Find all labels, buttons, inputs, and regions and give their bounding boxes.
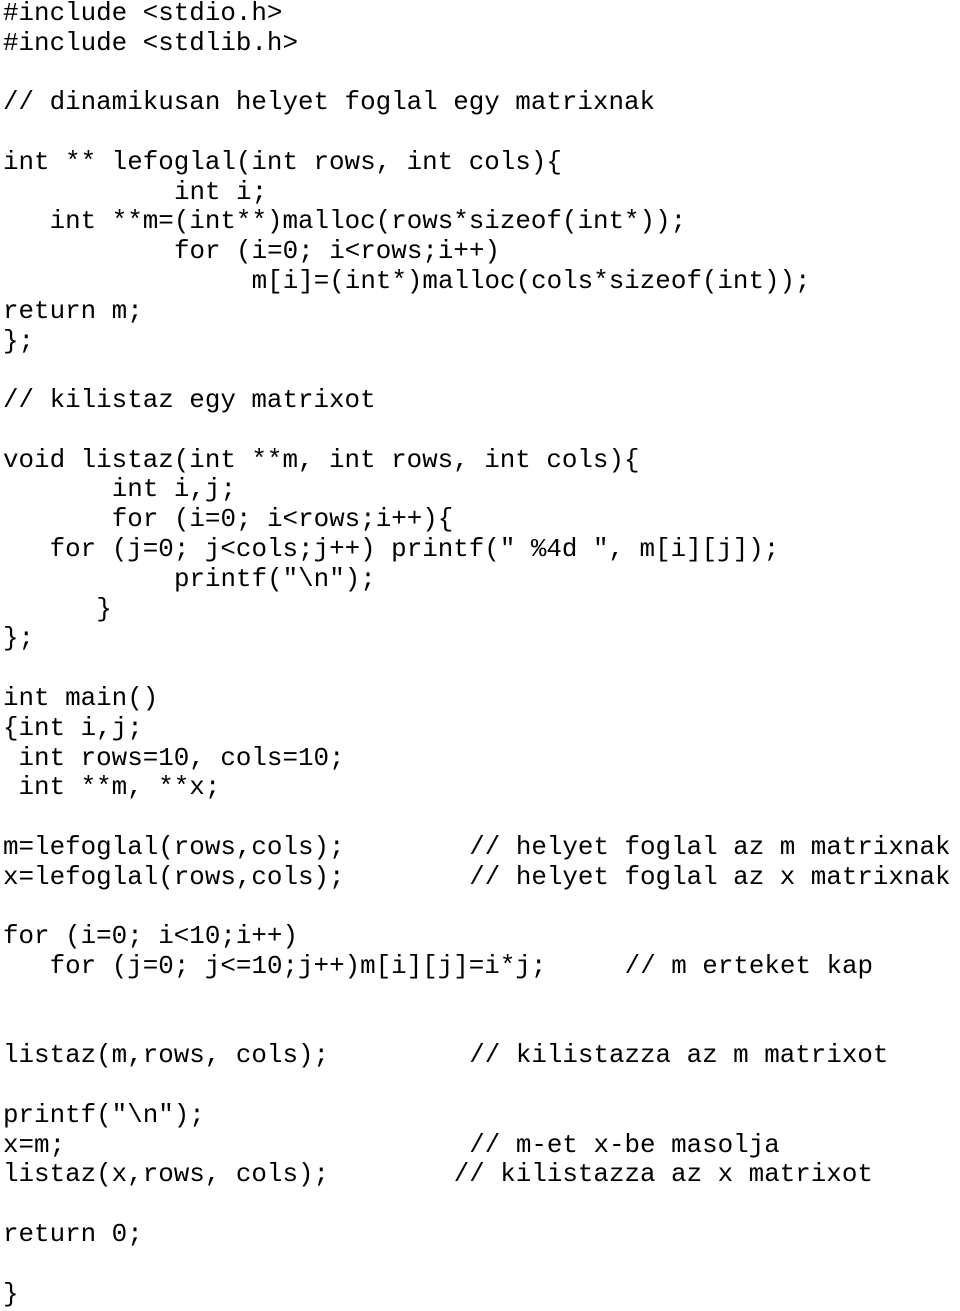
code-text: int rows=10, cols=10; (18, 742, 345, 773)
code-text: int main() (3, 682, 159, 713)
code-text: // kilistaz egy matrixot (3, 385, 376, 416)
code-comment: // kilistazza az x matrixot (453, 1159, 873, 1190)
code-text: }; (3, 325, 35, 356)
code-text: #include <stdlib.h> (3, 27, 298, 58)
code-text: for (i=0; i<rows;i++) (173, 236, 500, 267)
code-comment: // kilistazza az m matrixot (469, 1040, 889, 1071)
code-text: x=m; (3, 1129, 66, 1160)
code-text: // dinamikusan helyet foglal egy matrixn… (3, 87, 656, 118)
code-text: }; (3, 623, 35, 654)
code-text: for (i=0; i<rows;i++){ (111, 504, 454, 535)
code-text: {int i,j; (3, 712, 143, 743)
code-text: } (3, 1278, 19, 1309)
code-text: int i; (173, 176, 268, 207)
code-comment: // m erteket kap (624, 950, 874, 981)
code-text: void listaz(int **m, int rows, int cols)… (3, 444, 640, 475)
code-text: for (j=0; j<cols;j++) printf(" %4d ", m[… (49, 534, 780, 565)
code-comment: // m-et x-be masolja (469, 1129, 780, 1160)
code-text: for (j=0; j<=10;j++)m[i][j]=i*j; (49, 950, 547, 981)
code-comment: // helyet foglal az m matrixnak (469, 831, 951, 862)
code-text: printf("\n"); (3, 1099, 205, 1130)
code-text: listaz(m,rows, cols); (3, 1040, 330, 1071)
code-text: #include <stdio.h> (3, 0, 283, 28)
code-text: int **m, **x; (18, 772, 221, 803)
code-text: int ** lefoglal(int rows, int cols){ (3, 146, 562, 177)
code-text: m[i]=(int*)malloc(cols*sizeof(int)); (251, 266, 811, 297)
code-text: listaz(x,rows, cols); (3, 1159, 330, 1190)
code-text: } (96, 593, 112, 624)
code-text: x=lefoglal(rows,cols); (3, 861, 345, 892)
code-text: return m; (3, 295, 143, 326)
code-text: printf("\n"); (173, 563, 376, 594)
code-text: int **m=(int**)malloc(rows*sizeof(int*))… (49, 206, 687, 237)
code-text: return 0; (3, 1218, 143, 1249)
code-text: for (i=0; i<10;i++) (3, 921, 298, 952)
code-text: m=lefoglal(rows,cols); (3, 831, 345, 862)
code-comment: // helyet foglal az x matrixnak (469, 861, 951, 892)
code-text: int i,j; (111, 474, 236, 505)
